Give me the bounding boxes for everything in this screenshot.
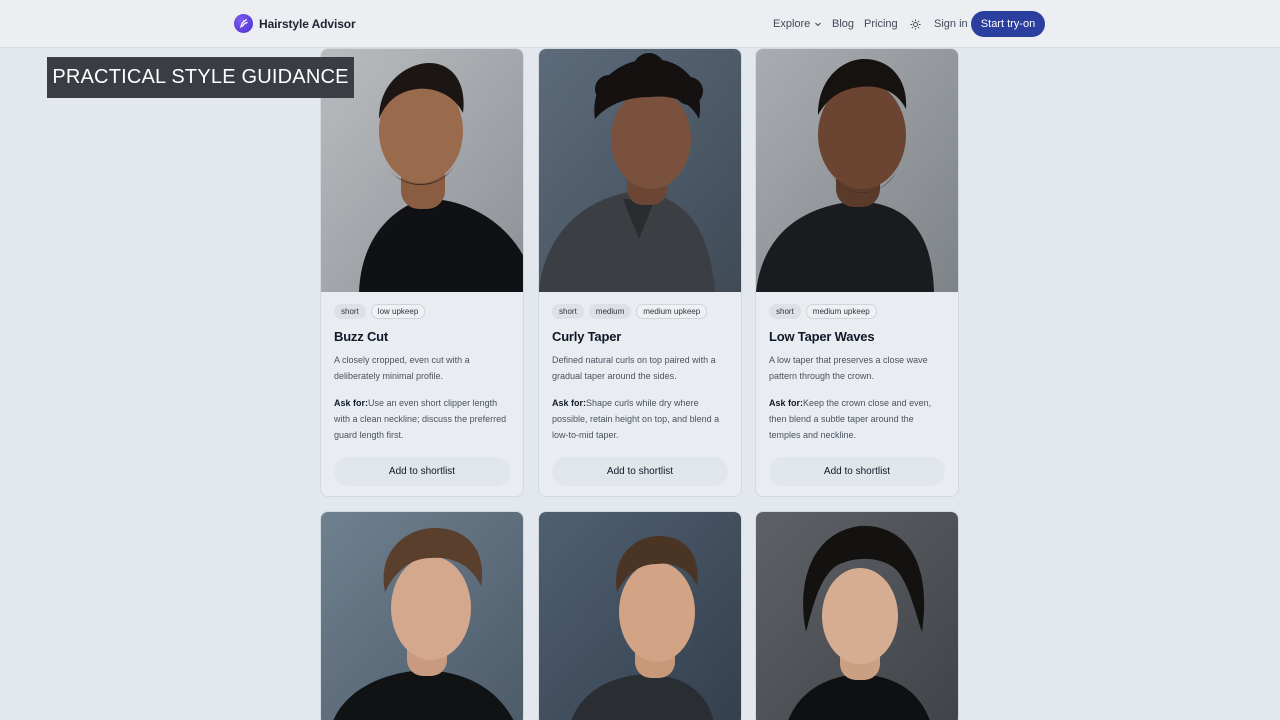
add-to-shortlist-button[interactable]: Add to shortlist [334, 457, 510, 486]
card-title: Curly Taper [552, 329, 622, 344]
tag: short [334, 304, 366, 319]
tag: medium [588, 304, 632, 319]
start-try-on-button[interactable]: Start try-on [971, 11, 1045, 37]
sun-icon [910, 18, 921, 30]
ask-for-label: Ask for: [334, 398, 369, 408]
tag: medium upkeep [636, 304, 708, 319]
add-to-shortlist-button[interactable]: Add to shortlist [769, 457, 945, 486]
card-description: Defined natural curls on top paired with… [552, 355, 716, 381]
ask-for-text: Ask for:Use an even short clipper length… [334, 395, 510, 443]
tag-list: short medium medium upkeep [552, 304, 728, 319]
hairstyle-card [755, 511, 959, 720]
ask-for-text: Ask for:Shape curls while dry where poss… [552, 395, 728, 443]
ask-for-label: Ask for: [552, 398, 587, 408]
nav-pricing[interactable]: Pricing [864, 0, 898, 48]
nav-blog[interactable]: Blog [832, 0, 854, 48]
brand-name: Hairstyle Advisor [259, 16, 356, 31]
brand-logo-icon [234, 14, 253, 33]
tag-list: short low upkeep [334, 304, 510, 319]
nav-sign-in[interactable]: Sign in [934, 0, 968, 48]
nav-explore-label: Explore [773, 18, 811, 30]
card-description: A low taper that preserves a close wave … [769, 355, 928, 381]
portrait-photo [539, 512, 741, 720]
nav-pricing-label: Pricing [864, 18, 898, 30]
overlay-caption: PRACTICAL STYLE GUIDANCE [47, 57, 354, 98]
card-title: Low Taper Waves [769, 329, 875, 344]
hairstyle-card-low-taper-waves: short medium upkeep Low Taper Waves A lo… [755, 48, 959, 497]
portrait-photo [321, 512, 523, 720]
ask-for-text: Ask for:Keep the crown close and even, t… [769, 395, 945, 443]
portrait-photo [756, 49, 958, 292]
theme-toggle[interactable] [910, 0, 921, 48]
chevron-down-icon [815, 22, 822, 27]
hairstyle-card-buzz-cut: short low upkeep Buzz Cut A closely crop… [320, 48, 524, 497]
nav-sign-in-label: Sign in [934, 18, 968, 30]
brand-link[interactable]: Hairstyle Advisor [234, 14, 356, 33]
tag: short [552, 304, 584, 319]
tag: medium upkeep [805, 304, 877, 319]
add-to-shortlist-button[interactable]: Add to shortlist [552, 457, 728, 486]
card-title: Buzz Cut [334, 329, 388, 344]
portrait-photo [756, 512, 958, 720]
tag-list: short medium upkeep [769, 304, 945, 319]
tag: low upkeep [370, 304, 426, 319]
portrait-photo [539, 49, 741, 292]
hairstyle-card [320, 511, 524, 720]
nav-blog-label: Blog [832, 18, 855, 30]
hairstyle-card [538, 511, 742, 720]
hairstyle-card-curly-taper: short medium medium upkeep Curly Taper D… [538, 48, 742, 497]
card-description: A closely cropped, even cut with a delib… [334, 355, 470, 381]
top-navigation-bar: Hairstyle Advisor Explore Blog Pricing S… [0, 0, 1280, 48]
tag: short [769, 304, 801, 319]
ask-for-label: Ask for: [769, 398, 804, 408]
nav-explore[interactable]: Explore [773, 0, 822, 48]
